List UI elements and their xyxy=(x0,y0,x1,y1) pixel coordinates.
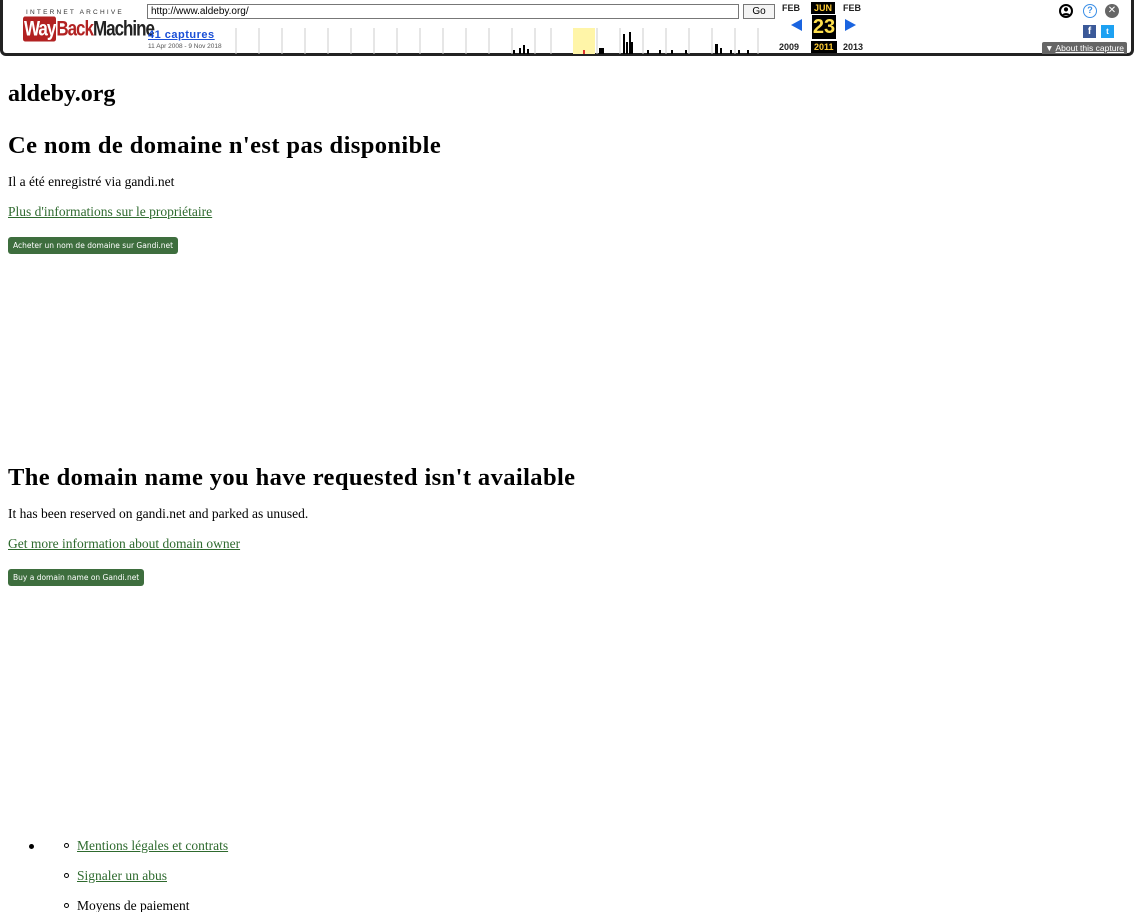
current-day: 23 xyxy=(812,15,836,39)
current-month-label: JUN xyxy=(811,2,836,14)
facebook-icon[interactable]: f xyxy=(1083,25,1096,38)
fr-buy-domain-button[interactable]: Acheter un nom de domaine sur Gandi.net xyxy=(8,237,179,254)
wayback-url-input[interactable]: http://www.aldeby.org/ xyxy=(147,4,739,19)
capture-sparkline[interactable] xyxy=(235,28,775,54)
caret-down-icon: ▼ xyxy=(1045,43,1054,53)
fr-heading: Ce nom de domaine n'est pas disponible xyxy=(8,132,442,159)
list-bullet xyxy=(29,844,34,849)
current-year-label: 2011 xyxy=(811,41,837,53)
prev-capture-arrow-icon[interactable] xyxy=(791,19,802,31)
en-heading: The domain name you have requested isn't… xyxy=(8,464,576,491)
list-item: Signaler un abus xyxy=(64,867,167,885)
list-bullet-circle xyxy=(64,903,69,908)
wayback-machine-wordmark: Way Back Machine xyxy=(23,16,155,42)
about-capture-button[interactable]: ▼ About this capture xyxy=(1042,42,1127,54)
about-capture-label: About this capture xyxy=(1055,43,1124,53)
prev-year-label[interactable]: 2009 xyxy=(779,42,799,52)
en-buy-domain-button[interactable]: Buy a domain name on Gandi.net xyxy=(8,569,145,586)
wayback-logo[interactable]: INTERNET ARCHIVE Way Back Machine xyxy=(23,6,155,46)
en-owner-info-link[interactable]: Get more information about domain owner xyxy=(8,535,240,553)
capture-date-range: 11 Apr 2008 - 9 Nov 2018 xyxy=(148,43,222,50)
list-item: Mentions légales et contrats xyxy=(64,837,228,855)
next-capture-arrow-icon[interactable] xyxy=(845,19,856,31)
sparkline-capture-bars xyxy=(513,32,749,54)
wayback-go-button[interactable]: Go xyxy=(743,4,775,19)
en-reserved-text: It has been reserved on gandi.net and pa… xyxy=(8,506,309,521)
wayback-toolbar: INTERNET ARCHIVE Way Back Machine http://w… xyxy=(0,0,1134,56)
captures-link[interactable]: 41 captures xyxy=(148,29,215,41)
sparkline-year-dividers xyxy=(235,28,759,54)
next-year-label[interactable]: 2013 xyxy=(843,42,863,52)
payment-methods-text: Moyens de paiement xyxy=(77,898,190,912)
prev-month-label[interactable]: FEB xyxy=(782,3,800,13)
list-bullet-circle xyxy=(64,873,69,878)
internet-archive-label: INTERNET ARCHIVE xyxy=(26,9,124,16)
legal-mentions-link[interactable]: Mentions légales et contrats xyxy=(77,838,228,853)
close-icon[interactable]: ✕ xyxy=(1105,4,1119,18)
share-icons: f t xyxy=(1077,25,1117,39)
fr-registered-text: Il a été enregistré via gandi.net xyxy=(8,174,175,189)
next-month-label[interactable]: FEB xyxy=(843,3,861,13)
list-item: Moyens de paiement xyxy=(64,897,189,912)
site-title: aldeby.org xyxy=(8,81,116,107)
help-icon[interactable]: ? xyxy=(1083,4,1097,18)
calendar-navigator: FEB JUN FEB 23 2009 2011 2013 xyxy=(779,1,871,55)
toolbar-icons: ? ✕ xyxy=(1053,4,1123,20)
page-content: aldeby.org Ce nom de domaine n'est pas d… xyxy=(8,62,1132,586)
fr-owner-info-link[interactable]: Plus d'informations sur le propriétaire xyxy=(8,203,212,221)
list-bullet-circle xyxy=(64,843,69,848)
user-icon[interactable] xyxy=(1059,4,1073,18)
twitter-icon[interactable]: t xyxy=(1101,25,1114,38)
report-abuse-link[interactable]: Signaler un abus xyxy=(77,868,167,883)
